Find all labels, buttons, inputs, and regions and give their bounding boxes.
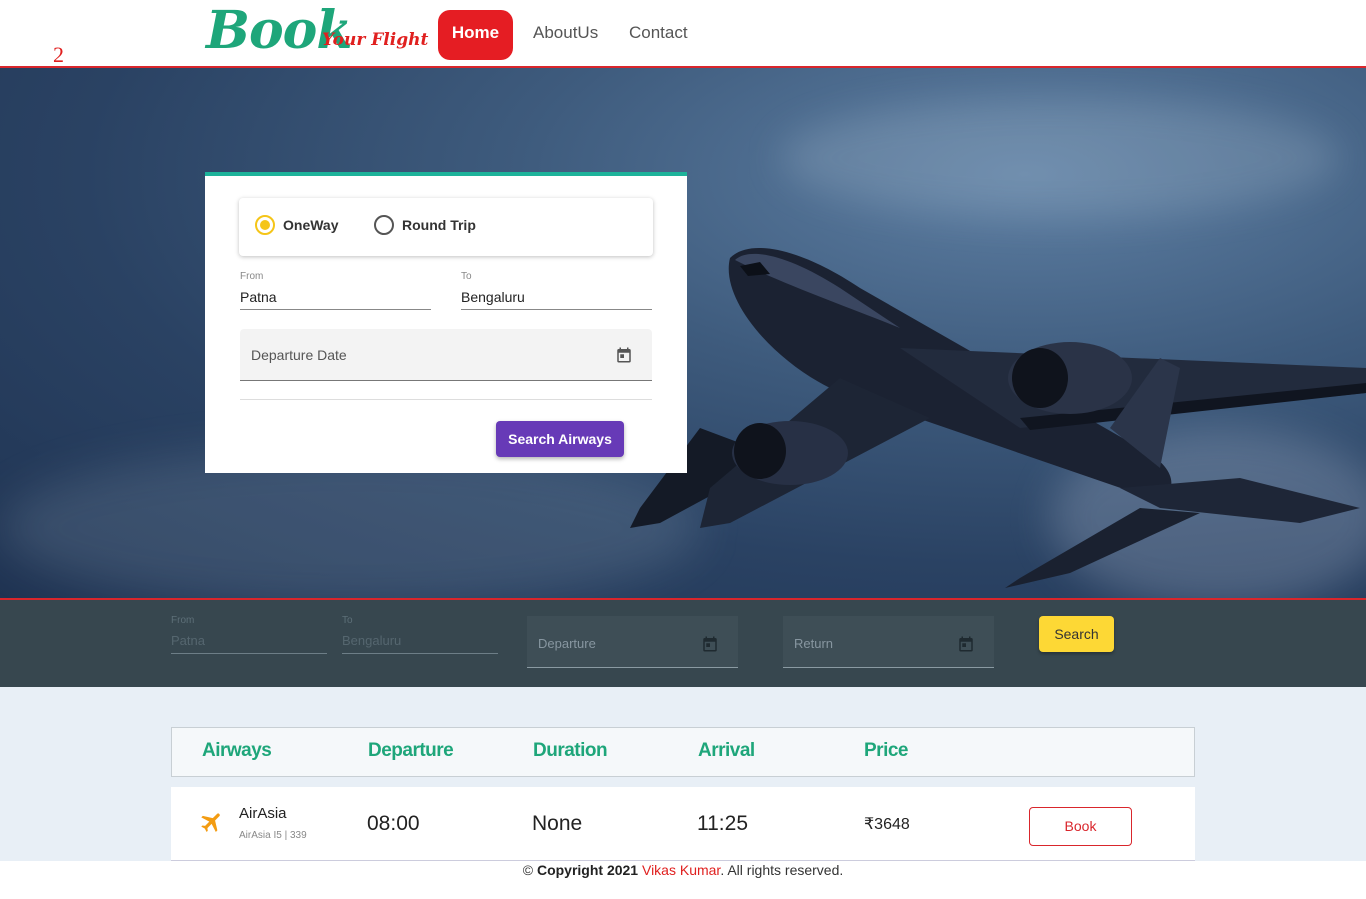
calendar-icon[interactable] xyxy=(957,635,975,653)
to-field[interactable]: Bengaluru xyxy=(461,289,525,305)
search-airways-button[interactable]: Search Airways xyxy=(496,421,624,457)
sb-from-field[interactable]: Patna xyxy=(171,633,205,648)
departure-date-field[interactable]: Departure Date xyxy=(240,329,652,381)
search-button[interactable]: Search xyxy=(1039,616,1114,652)
column-header-airways: Airways xyxy=(202,740,272,761)
copyright-symbol: © xyxy=(522,862,534,878)
rights-text: . All rights reserved. xyxy=(720,862,844,878)
arrival-time: 11:25 xyxy=(697,812,748,835)
to-field-label: To xyxy=(461,271,472,282)
airline-name: AirAsia xyxy=(239,805,287,822)
departure-date-placeholder: Departure Date xyxy=(251,347,347,363)
sb-from-label: From xyxy=(171,615,195,626)
oneway-radio[interactable] xyxy=(255,215,275,235)
column-header-price: Price xyxy=(864,740,908,761)
sb-departure-field[interactable]: Departure xyxy=(527,616,738,668)
author-link[interactable]: Vikas Kumar xyxy=(642,862,720,878)
sb-to-field[interactable]: Bengaluru xyxy=(342,633,401,648)
nav-contact-link[interactable]: Contact xyxy=(614,10,703,60)
from-field-label: From xyxy=(240,271,264,282)
flight-duration: None xyxy=(532,812,583,835)
departure-time: 08:00 xyxy=(367,812,420,835)
copyright-text: Copyright 2021 xyxy=(536,862,639,878)
footer: © Copyright 2021 Vikas Kumar. All rights… xyxy=(0,862,1366,878)
sb-from-underline xyxy=(171,653,327,654)
card-divider xyxy=(240,399,652,400)
calendar-icon[interactable] xyxy=(615,346,633,364)
flight-price: ₹3648 xyxy=(864,816,910,833)
sb-to-label: To xyxy=(342,615,353,626)
roundtrip-radio[interactable] xyxy=(374,215,394,235)
table-row: AirAsia AirAsia I5 | 339 08:00 None 11:2… xyxy=(171,787,1195,861)
oneway-label[interactable]: OneWay xyxy=(283,215,339,235)
nav-home-link[interactable]: Home xyxy=(438,10,513,60)
airplane-illustration xyxy=(630,248,1366,588)
sb-departure-placeholder: Departure xyxy=(538,636,596,651)
airplane-icon xyxy=(201,813,220,832)
roundtrip-label[interactable]: Round Trip xyxy=(402,215,476,235)
trip-type-selector: OneWay Round Trip xyxy=(239,198,653,256)
from-field[interactable]: Patna xyxy=(240,289,277,305)
sb-to-underline xyxy=(342,653,498,654)
from-field-underline xyxy=(240,309,431,310)
column-header-departure: Departure xyxy=(368,740,454,761)
book-button[interactable]: Book xyxy=(1029,807,1132,846)
page-marker: 2 xyxy=(53,42,64,67)
navbar: 2 Book Your Flight Home AboutUs Contact xyxy=(0,0,1366,68)
to-field-underline xyxy=(461,309,652,310)
column-header-duration: Duration xyxy=(533,740,608,761)
nav-about-link[interactable]: AboutUs xyxy=(518,10,613,60)
results-table-header: Airways Departure Duration Arrival Price xyxy=(171,727,1195,777)
booking-card: OneWay Round Trip From Patna To Bengalur… xyxy=(205,172,687,473)
sb-return-field[interactable]: Return xyxy=(783,616,994,668)
brand-logo-subtitle[interactable]: Your Flight xyxy=(322,30,428,50)
quick-search-bar: From Patna To Bengaluru Departure Return… xyxy=(0,600,1366,687)
column-header-arrival: Arrival xyxy=(698,740,755,761)
calendar-icon[interactable] xyxy=(701,635,719,653)
sb-return-placeholder: Return xyxy=(794,636,834,651)
flight-code: AirAsia I5 | 339 xyxy=(239,830,307,841)
